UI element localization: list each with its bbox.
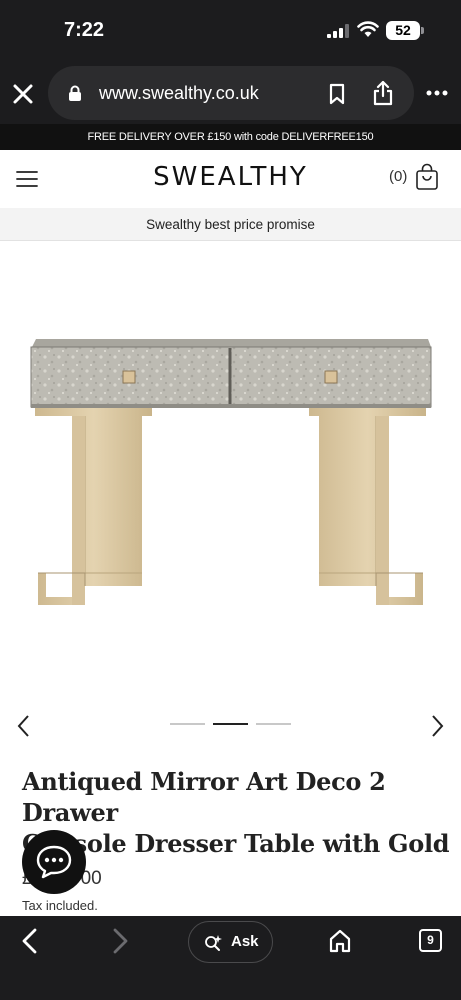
carousel-dot[interactable] <box>170 723 205 725</box>
close-icon[interactable] <box>10 81 36 107</box>
sparkle-search-icon <box>205 935 222 951</box>
price-promise-banner[interactable]: Swealthy best price promise <box>0 208 461 241</box>
browser-toolbar: Ask 9 <box>0 916 461 1000</box>
carousel-next-icon[interactable] <box>427 714 447 738</box>
chevron-left-icon[interactable] <box>20 928 40 954</box>
promo-banner[interactable]: FREE DELIVERY OVER £150 with code DELIVE… <box>0 124 461 150</box>
site-header: SWEALTHY (0) <box>0 150 461 208</box>
ask-label: Ask <box>231 933 259 950</box>
chevron-right-icon[interactable] <box>110 928 130 954</box>
carousel-prev-icon[interactable] <box>14 714 34 738</box>
bookmark-icon[interactable] <box>327 83 347 105</box>
product-title-line-2: Console Dresser Table with Gold <box>22 829 450 858</box>
chat-bubble-icon <box>36 845 72 879</box>
product-image[interactable] <box>0 241 461 711</box>
browser-address-bar: www.swealthy.co.uk <box>0 62 461 124</box>
url-field[interactable]: www.swealthy.co.uk <box>48 66 414 120</box>
product-title: Antiqued Mirror Art Deco 2 Drawer Consol… <box>22 766 452 859</box>
battery-indicator: 52 <box>386 21 420 40</box>
lock-icon <box>69 85 81 101</box>
ask-button[interactable]: Ask <box>188 921 273 963</box>
battery-tip <box>421 27 424 34</box>
carousel-dot[interactable] <box>256 723 291 725</box>
shopping-bag-icon[interactable] <box>414 163 440 191</box>
wifi-icon <box>357 21 379 37</box>
cart-count[interactable]: (0) <box>389 168 407 185</box>
chat-button[interactable] <box>22 830 86 894</box>
ios-status-bar: 7:22 52 <box>0 0 461 62</box>
tabs-button[interactable]: 9 <box>419 929 442 952</box>
tax-note: Tax included. <box>22 898 98 913</box>
url-text: www.swealthy.co.uk <box>99 83 259 103</box>
more-icon[interactable] <box>425 86 449 100</box>
share-icon[interactable] <box>372 80 394 106</box>
cellular-signal-icon <box>327 24 349 38</box>
status-time: 7:22 <box>64 19 105 41</box>
carousel-dot[interactable] <box>213 723 248 725</box>
home-icon[interactable] <box>328 928 352 954</box>
product-title-line-1: Antiqued Mirror Art Deco 2 Drawer <box>22 767 386 827</box>
